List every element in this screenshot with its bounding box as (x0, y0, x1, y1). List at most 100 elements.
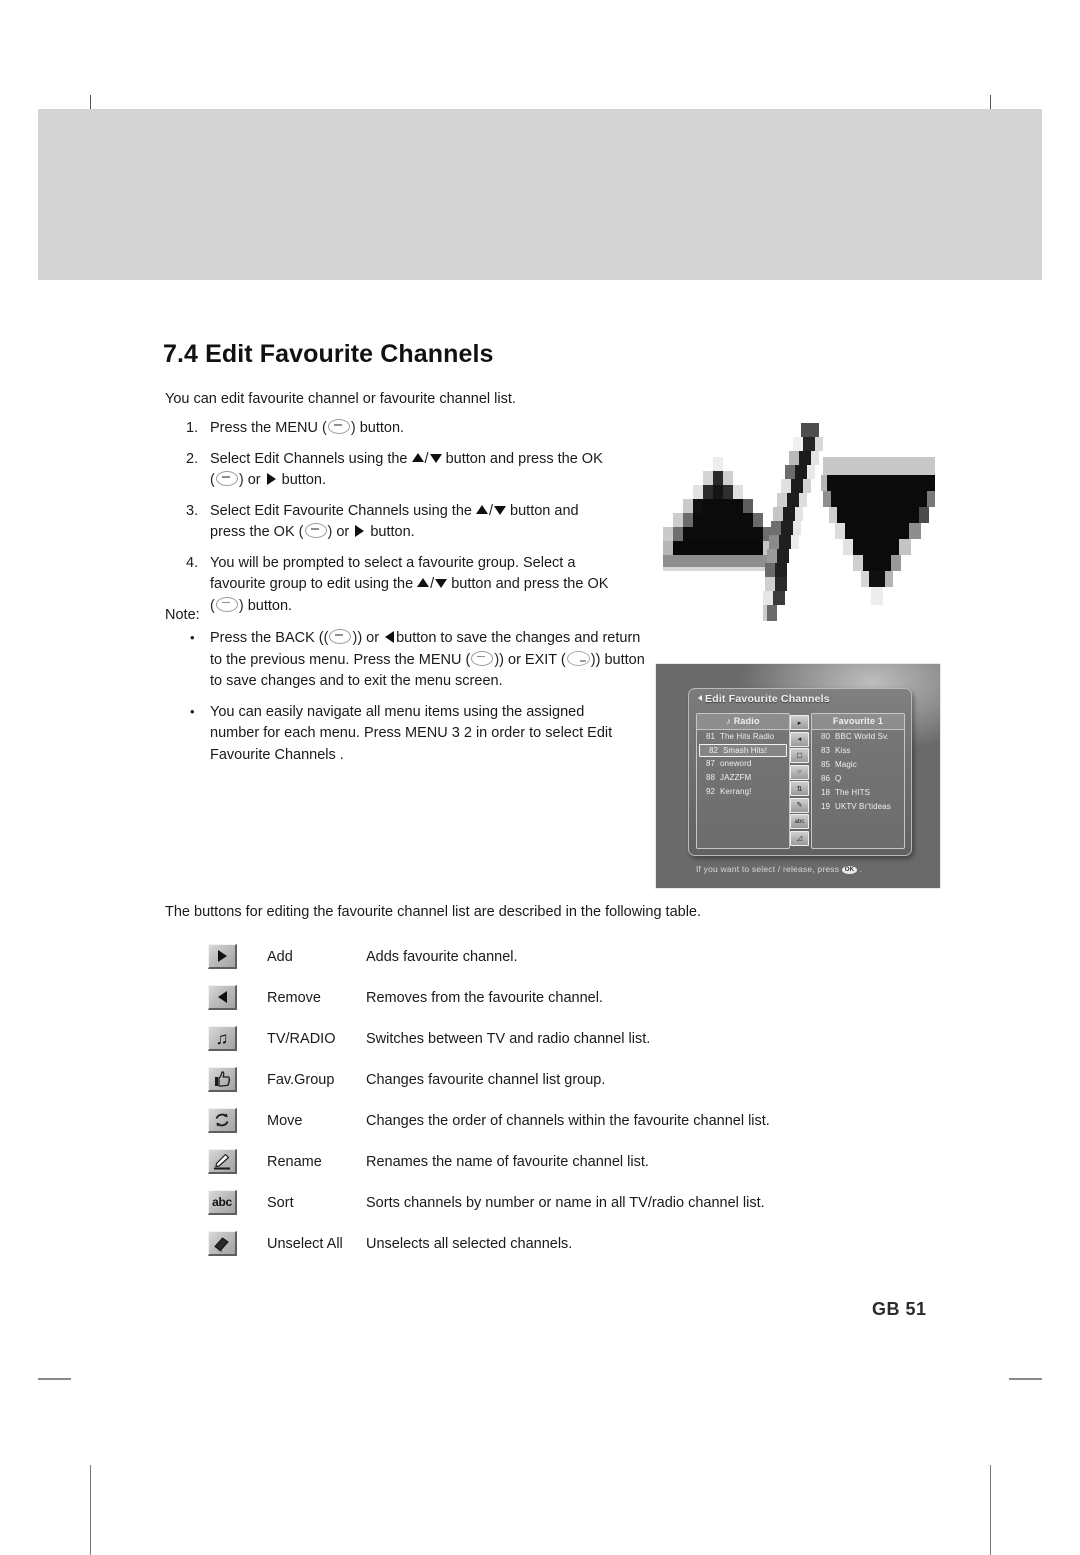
step-3-seg-e: button. (366, 524, 415, 540)
channel-number: 82 (709, 746, 719, 755)
step-3-text: Select Edit Favourite Channels using the… (210, 502, 579, 541)
step-2-seg-a: Select Edit Channels using the (210, 450, 412, 467)
tv-favourite-row[interactable]: 80 BBC World Sv. (812, 730, 904, 744)
table-cell-icon (208, 1108, 244, 1133)
step-4-seg-c: button and press the OK (447, 576, 609, 592)
pixelated-up-down-arrow-graphic (655, 415, 935, 645)
table-cell-label: Rename (267, 1153, 322, 1170)
channel-number: 83 (821, 746, 831, 755)
note-item-1: • Press the BACK (()) or button to save … (186, 628, 651, 693)
channel-name: Kiss (835, 746, 851, 755)
note-1-seg-f: ) button (595, 651, 645, 668)
bullet-icon: • (190, 703, 195, 719)
tv-tv-radio-icon[interactable]: ☐ (790, 748, 809, 763)
abc-icon: abc (208, 1190, 237, 1215)
tv-left-row[interactable]: 88 JAZZFM (697, 771, 789, 785)
crop-mark-bottom-left-vertical (90, 1465, 91, 1555)
step-2: 2. Select Edit Channels using the / butt… (186, 449, 648, 492)
table-intro-paragraph: The buttons for editing the favourite ch… (165, 904, 702, 920)
channel-name: Q (835, 774, 842, 783)
tv-rename-icon[interactable]: ✎ (790, 797, 809, 813)
table-cell-label: Sort (267, 1194, 294, 1211)
arrow-right-icon (208, 944, 237, 969)
tv-left-channel-list[interactable]: ♪ Radio 81 The Hits Radio 82 Smash Hits! 8… (696, 713, 790, 849)
note-1-seg-c: button to save the changes and return (396, 630, 641, 646)
arrow-up-icon (411, 452, 424, 462)
ok-button-icon (304, 523, 327, 538)
table-cell-desc: Changes favourite channel list group. (366, 1071, 606, 1088)
page-footer: GB 51 (872, 1299, 927, 1319)
note-label: Note: (165, 607, 200, 623)
step-4-seg-d: button. (243, 597, 293, 614)
table-cell-icon: ♫ (208, 1026, 244, 1051)
tv-icon-toolbar[interactable]: ▸ ◂ ☐ ☞ ⇅ ✎ abc ◿ (790, 715, 809, 846)
arrow-right-icon (355, 525, 365, 537)
table-cell-icon: abc (208, 1190, 244, 1215)
note-1-seg-a: Press the BACK ( (210, 630, 324, 646)
channel-number: 80 (821, 732, 831, 741)
arrow-left-icon (208, 985, 237, 1010)
channel-name: Smash Hits! (723, 746, 768, 755)
tv-left-row-selected[interactable]: 82 Smash Hits! (699, 744, 787, 757)
table-row: Move Changes the order of channels withi… (208, 1100, 868, 1141)
table-row: Rename Renames the name of favourite cha… (208, 1141, 868, 1182)
note-1-seg-d: to the previous menu. Press the MENU ( (210, 651, 471, 668)
tv-screenshot: Edit Favourite Channels ♪ Radio 81 The Hi… (655, 663, 941, 889)
refresh-icon (208, 1108, 237, 1133)
tv-remove-icon[interactable]: ◂ (790, 731, 809, 747)
note-2-line-3: Favourite Channels . (210, 746, 344, 763)
arrow-right-icon (266, 473, 276, 485)
tv-menu-panel: Edit Favourite Channels ♪ Radio 81 The Hi… (688, 688, 912, 856)
arrow-down-icon (435, 579, 448, 588)
table-row: Remove Removes from the favourite channe… (208, 977, 868, 1018)
step-1: 1. Press the MENU () button. (186, 418, 648, 440)
table-row: abc Sort Sorts channels by number or nam… (208, 1182, 868, 1223)
tv-favourite-row[interactable]: 85 Magic (812, 758, 904, 772)
tv-favourite-row[interactable]: 86 Q (812, 772, 904, 786)
tv-unselect-all-icon[interactable]: ◿ (790, 830, 809, 846)
channel-name: UKTV Br'tideas (835, 802, 891, 811)
tv-status-bar: If you want to select / release, press O… (696, 864, 863, 874)
tv-sort-icon[interactable]: abc (790, 814, 809, 829)
table-cell-desc: Sorts channels by number or name in all … (366, 1194, 765, 1211)
table-cell-desc: Renames the name of favourite channel li… (366, 1153, 649, 1170)
table-row: Fav.Group Changes favourite channel list… (208, 1059, 868, 1100)
channel-number: 92 (706, 787, 716, 796)
table-cell-icon (208, 1231, 244, 1256)
note-1-text: Press the BACK (()) or button to save th… (210, 629, 645, 689)
button-description-table: Add Adds favourite channel. Remove Remov… (208, 936, 868, 1264)
crop-mark-bottom-right-horizontal (1009, 1378, 1042, 1380)
tv-move-icon[interactable]: ⇅ (790, 781, 809, 796)
note-2-text: You can easily navigate all menu items u… (210, 704, 612, 763)
step-2-text: Select Edit Channels using the / button … (210, 450, 603, 489)
step-3-seg-d: or (332, 524, 354, 540)
tv-favourite-row[interactable]: 19 UKTV Br'tideas (812, 800, 904, 814)
note-list: • Press the BACK (()) or button to save … (186, 628, 651, 775)
crop-mark-bottom-right-vertical (990, 1465, 991, 1555)
tv-left-row[interactable]: 87 oneword (697, 757, 789, 771)
tv-favourite-row[interactable]: 83 Kiss (812, 744, 904, 758)
table-cell-icon (208, 985, 244, 1010)
tv-left-row[interactable]: 81 The Hits Radio (697, 730, 789, 744)
tv-add-icon[interactable]: ▸ (790, 715, 809, 730)
step-3-seg-b: button and (506, 502, 579, 519)
channel-number: 87 (706, 759, 716, 768)
tv-status-text: If you want to select / release, press (696, 864, 840, 874)
tv-left-row[interactable]: 92 Kerrang! (697, 785, 789, 799)
arrow-left-icon (385, 631, 395, 643)
channel-number: 19 (821, 802, 831, 811)
music-note-icon: ♪ (726, 716, 731, 726)
channel-number: 81 (706, 732, 716, 741)
channel-name: oneword (720, 759, 752, 768)
table-cell-desc: Unselects all selected channels. (366, 1235, 573, 1252)
step-1-text: Press the MENU () button. (210, 419, 405, 436)
table-cell-desc: Adds favourite channel. (366, 948, 518, 965)
tv-fav-group-icon[interactable]: ☞ (790, 764, 809, 780)
step-3-seg-a: Select Edit Favourite Channels using the (210, 502, 476, 519)
tv-favourite-row[interactable]: 18 The HITS (812, 786, 904, 800)
table-cell-desc: Removes from the favourite channel. (366, 989, 603, 1006)
channel-name: The HITS (835, 788, 871, 797)
tv-favourite-list[interactable]: Favourite 1 80 BBC World Sv. 83 Kiss 85 Mag… (811, 713, 905, 849)
step-4-seg-b: favourite group to edit using the (210, 576, 418, 592)
arrow-up-icon (475, 504, 488, 514)
